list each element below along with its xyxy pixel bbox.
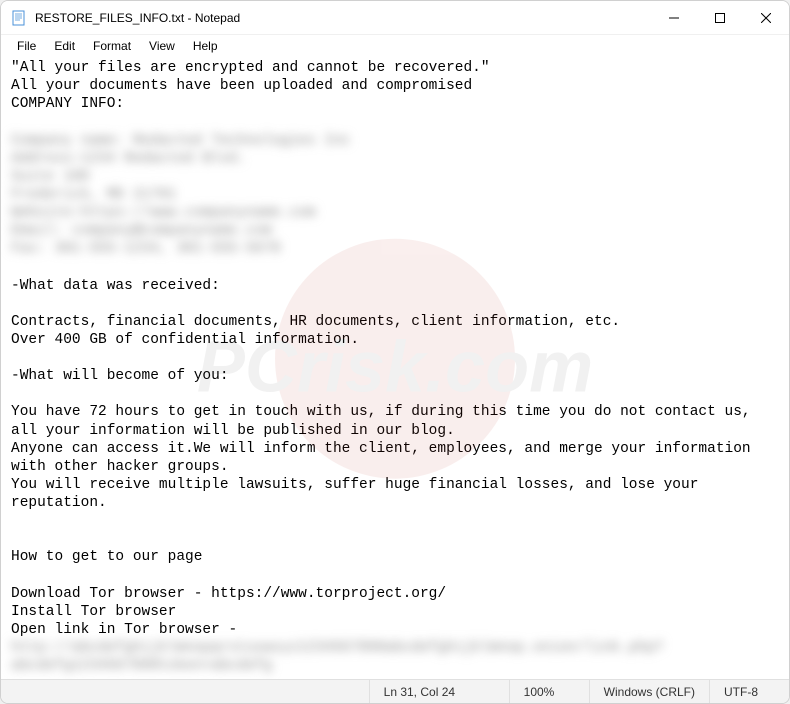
text-line: -What data was received: [11,278,220,294]
text-line: COMPANY INFO: [11,96,124,112]
text-line: Open link in Tor browser - [11,622,237,638]
notepad-window: RESTORE_FILES_INFO.txt - Notepad File Ed… [0,0,790,704]
maximize-button[interactable] [697,1,743,34]
status-line-ending: Windows (CRLF) [589,680,709,703]
text-line: Contracts, financial documents, HR docum… [11,314,620,330]
statusbar: Ln 31, Col 24 100% Windows (CRLF) UTF-8 [1,679,789,703]
text-line: Over 400 GB of confidential information. [11,332,359,348]
text-line: Download Tor browser - https://www.torpr… [11,586,446,602]
status-encoding: UTF-8 [709,680,789,703]
text-editor-area[interactable]: "All your files are encrypted and cannot… [1,57,789,679]
window-title: RESTORE_FILES_INFO.txt - Notepad [35,11,651,25]
window-controls [651,1,789,34]
close-button[interactable] [743,1,789,34]
status-cursor-position: Ln 31, Col 24 [369,680,509,703]
menubar: File Edit Format View Help [1,35,789,57]
text-line: Anyone can access it.We will inform the … [11,441,759,475]
menu-format[interactable]: Format [85,37,139,55]
text-line: You have 72 hours to get in touch with u… [11,404,759,438]
notepad-icon [11,10,27,26]
minimize-button[interactable] [651,1,697,34]
redacted-company-info: Company name: Redacted Technologies Inc … [11,133,350,258]
menu-view[interactable]: View [141,37,183,55]
titlebar[interactable]: RESTORE_FILES_INFO.txt - Notepad [1,1,789,35]
text-line: How to get to our page [11,549,202,565]
text-line: Install Tor browser [11,604,176,620]
menu-help[interactable]: Help [185,37,226,55]
text-line: All your documents have been uploaded an… [11,78,472,94]
text-line: -What will become of you: [11,368,229,384]
text-line: You will receive multiple lawsuits, suff… [11,477,707,511]
menu-edit[interactable]: Edit [46,37,83,55]
status-zoom[interactable]: 100% [509,680,589,703]
menu-file[interactable]: File [9,37,44,55]
redacted-onion-link: http://abcdefghijklmnopqrstuvwxyz1234567… [11,640,664,674]
text-line: "All your files are encrypted and cannot… [11,60,490,76]
